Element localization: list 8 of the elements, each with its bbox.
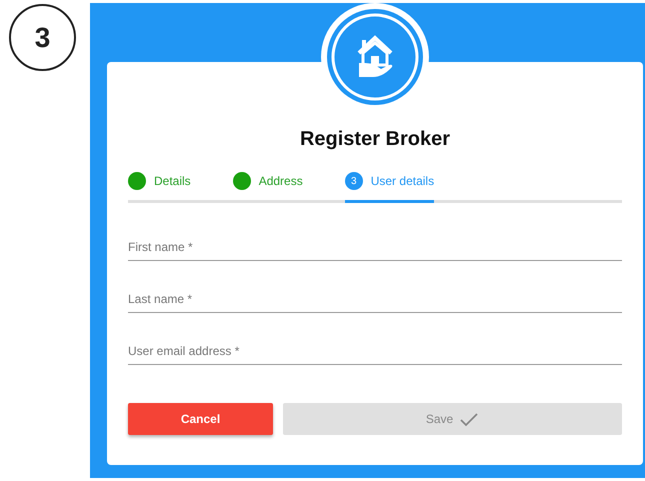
dialog-title: Register Broker [298, 128, 452, 151]
step-tab[interactable]: Address [232, 172, 303, 203]
step-tab[interactable]: Details [128, 172, 191, 203]
step-tab[interactable]: 3 User details [344, 172, 434, 203]
cancel-button[interactable]: Cancel [128, 403, 273, 435]
checkmark-icon [459, 411, 480, 427]
step-number-badge: 3 [9, 4, 76, 71]
step-indicator-icon: 3 [344, 172, 363, 190]
